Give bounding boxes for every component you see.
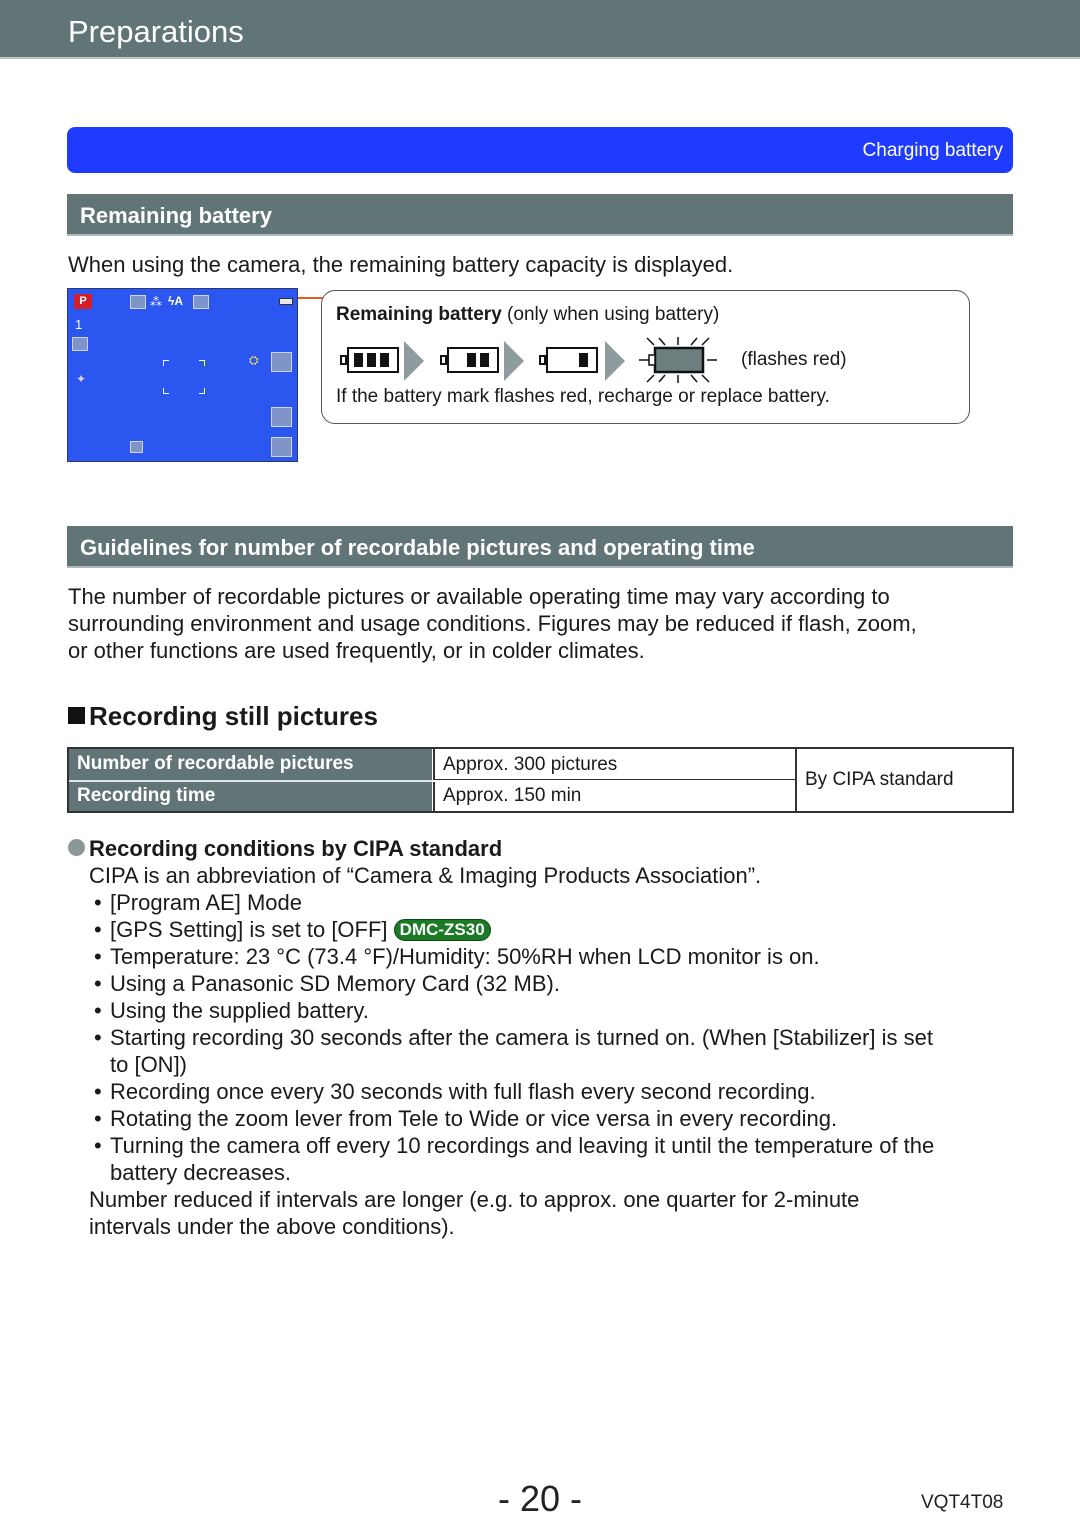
af-area-corner [199,360,205,366]
stabilizer-icon [193,295,209,309]
paragraph-line: or other functions are used frequently, … [68,638,645,663]
paragraph-line: The number of recordable pictures or ava… [68,584,890,609]
callout-leader-line [298,297,323,299]
remaining-battery-intro: When using the camera, the remaining bat… [68,252,734,277]
conditions-footer-line: intervals under the above conditions). [89,1214,455,1239]
recording-specs-table: Number of recordable pictures Approx. 30… [67,747,1014,813]
square-bullet-icon [68,707,85,724]
burst-icon: 1 [75,317,83,332]
section-heading-text: Remaining battery [80,203,272,228]
conditions-footer-line: Number reduced if intervals are longer (… [89,1187,860,1212]
battery-level-callout: Remaining battery (only when using batte… [321,290,970,424]
af-area-corner [163,388,169,394]
battery-full-icon [340,347,399,373]
section-heading-guidelines: Guidelines for number of recordable pict… [67,526,1013,568]
battery-two-thirds-icon [440,347,499,373]
page-number: - 20 - [498,1478,583,1519]
mode-p-icon: P [74,294,92,309]
battery-one-third-icon [539,347,598,373]
guidelines-paragraph: The number of recordable pictures or ava… [68,583,917,664]
list-item: • Using the supplied battery. [94,998,369,1023]
list-item: • [Program AE] Mode [94,890,302,915]
section-heading-remaining-battery: Remaining battery [67,194,1013,236]
charging-battery-link[interactable]: Charging battery [863,140,1003,162]
af-area-corner [199,388,205,394]
arrow-right-icon [605,341,625,381]
table-value-recording-time: Approx. 150 min [433,782,795,811]
battery-empty-flashing-icon [639,337,717,383]
display-icon: ✦ [76,372,87,386]
callout-title-rest: (only when using battery) [501,304,720,325]
document-code: VQT4T08 [921,1492,1004,1513]
list-item: • Starting recording 30 seconds after the… [94,1025,933,1050]
list-item-continuation: to [ON]) [110,1052,188,1077]
section-nav-bar: Charging battery [67,127,1013,173]
arrow-right-icon [504,341,524,381]
zoom-icon[interactable] [271,352,292,372]
arrow-right-icon [404,341,424,381]
af-area-icon [163,360,169,366]
intelligent-resolution-icon [72,337,88,351]
list-item: • [GPS Setting] is set to [OFF] DMC-ZS30 [89,916,934,943]
cipa-conditions-heading: Recording conditions by CIPA standard [68,835,502,862]
circle-bullet-icon [68,839,85,856]
callout-title: Remaining battery (only when using batte… [336,304,719,326]
flashes-red-note: (flashes red) [741,349,847,370]
list-item: • Turning the camera off every 10 recordi… [94,1133,935,1158]
scene-icon[interactable] [271,407,292,427]
list-item: • Temperature: 23 °C (73.4 °F)/Humidity: … [94,944,820,969]
page-title: Preparations [68,14,244,49]
page-header: Preparations [0,0,1080,59]
paragraph-line: surrounding environment and usage condit… [68,611,917,636]
battery-warning-text: If the battery mark flashes red, recharg… [336,386,830,407]
list-item: • Rotating the zoom lever from Tele to Wi… [94,1106,838,1131]
table-label-recording-time: Recording time [69,782,432,811]
camera-screen-illustration: P ⁂ ϟA 1 ✦ ⛭ [67,288,298,462]
picture-size-icon [130,295,146,309]
wide-tele-icon[interactable] [271,437,292,457]
cipa-intro: CIPA is an abbreviation of “Camera & Ima… [89,863,762,888]
cipa-conditions-list: CIPA is an abbreviation of “Camera & Ima… [89,862,934,1240]
heading-text: Recording still pictures [89,701,378,731]
heading-text: Recording conditions by CIPA standard [89,836,503,861]
quality-icon: ⁂ [150,295,162,309]
gps-icon: ⛭ [249,353,259,367]
battery-icon [279,298,293,305]
list-item-continuation: battery decreases. [110,1160,291,1185]
callout-title-bold: Remaining battery [336,304,502,325]
list-item: • Using a Panasonic SD Memory Card (32 MB… [94,971,560,996]
table-label-recordable-pictures: Number of recordable pictures [69,749,432,780]
table-note-cipa: By CIPA standard [795,749,1012,811]
list-item: • Recording once every 30 seconds with fu… [94,1079,816,1104]
section-heading-text: Guidelines for number of recordable pict… [80,535,755,560]
flash-auto-icon: ϟA [168,294,184,308]
model-badge: DMC-ZS30 [393,919,491,941]
table-value-recordable-pictures: Approx. 300 pictures [433,749,795,780]
af-mode-icon [130,441,143,453]
recording-still-pictures-heading: Recording still pictures [68,701,378,732]
